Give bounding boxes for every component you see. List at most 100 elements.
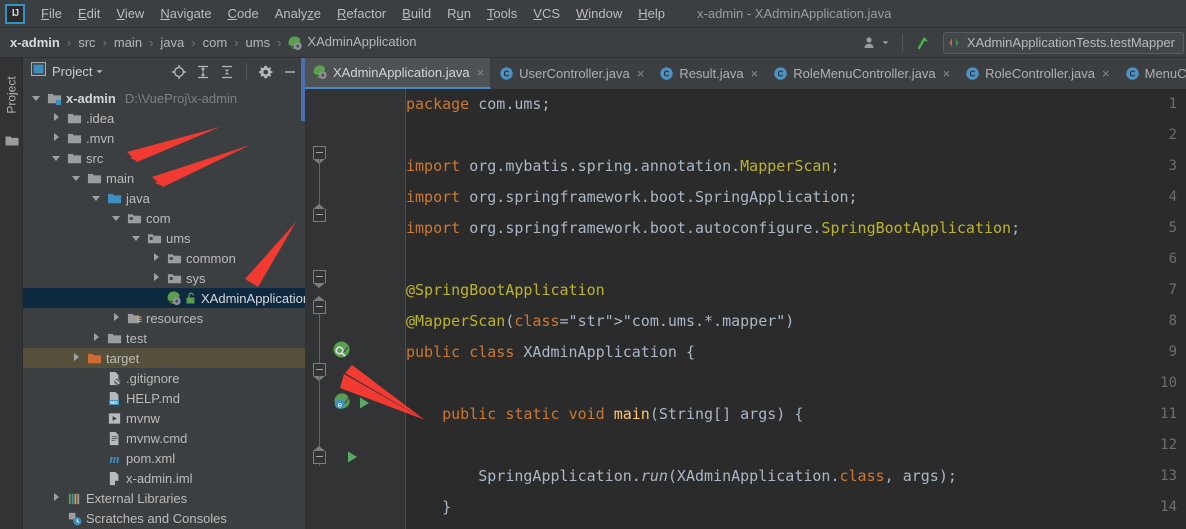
code-line-11[interactable]: public static void main(String[] args) { bbox=[406, 399, 803, 430]
user-dropdown-icon[interactable] bbox=[857, 35, 896, 51]
breadcrumb-item-xadminapplication[interactable]: XAdminApplication bbox=[288, 34, 417, 50]
chevron-right-icon[interactable] bbox=[91, 332, 102, 344]
breadcrumb-item-x-admin[interactable]: x-admin bbox=[10, 35, 60, 50]
code-line-8[interactable]: @MapperScan(class="str">"com.ums.*.mappe… bbox=[406, 306, 794, 337]
tree-node--idea[interactable]: .idea bbox=[23, 108, 305, 128]
code-line-5[interactable]: import org.springframework.boot.autoconf… bbox=[406, 213, 1020, 244]
menu-item-analyze[interactable]: Analyze bbox=[267, 2, 329, 25]
tree-node-pom-xml[interactable]: m pom.xml bbox=[23, 448, 305, 468]
chevron-down-icon[interactable] bbox=[95, 63, 104, 81]
code-line-9[interactable]: public class XAdminApplication { bbox=[406, 337, 695, 368]
tree-node-java[interactable]: java bbox=[23, 188, 305, 208]
breadcrumb-item-ums[interactable]: ums bbox=[246, 35, 271, 50]
folder-icon[interactable] bbox=[5, 134, 19, 152]
menu-item-help[interactable]: Help bbox=[630, 2, 673, 25]
tool-window-button-project[interactable]: Project bbox=[0, 62, 23, 128]
tree-node-sys[interactable]: sys bbox=[23, 268, 305, 288]
chevron-right-icon[interactable] bbox=[51, 492, 62, 504]
breadcrumb-item-main[interactable]: main bbox=[114, 35, 142, 50]
fold-marker-class-start[interactable] bbox=[313, 296, 326, 314]
tree-node-test[interactable]: test bbox=[23, 328, 305, 348]
chevron-down-icon[interactable] bbox=[51, 153, 62, 164]
chevron-down-icon[interactable] bbox=[31, 93, 42, 104]
code-line-13[interactable]: SpringApplication.run(XAdminApplication.… bbox=[406, 461, 957, 492]
tree-node-help-md[interactable]: MD HELP.md bbox=[23, 388, 305, 408]
breadcrumb-item-java[interactable]: java bbox=[160, 35, 184, 50]
close-icon[interactable]: × bbox=[1102, 66, 1110, 81]
tree-node-target[interactable]: target bbox=[23, 348, 305, 368]
chevron-right-icon[interactable] bbox=[111, 312, 122, 324]
tree-node-x-admin[interactable]: x-admin D:\VueProj\x-admin bbox=[23, 88, 305, 108]
tree-node-com[interactable]: com bbox=[23, 208, 305, 228]
fold-marker-method[interactable] bbox=[313, 363, 326, 381]
code-line-3[interactable]: import org.mybatis.spring.annotation.Map… bbox=[406, 151, 840, 182]
menu-item-code[interactable]: Code bbox=[220, 2, 267, 25]
menu-item-vcs[interactable]: VCS bbox=[525, 2, 568, 25]
tree-node-external-libraries[interactable]: External Libraries bbox=[23, 488, 305, 508]
green-arrow-up-icon[interactable] bbox=[909, 34, 939, 52]
expand-all-icon[interactable] bbox=[192, 61, 214, 83]
menu-item-tools[interactable]: Tools bbox=[479, 2, 525, 25]
menu-item-navigate[interactable]: Navigate bbox=[152, 2, 219, 25]
tree-node--mvn[interactable]: .mvn bbox=[23, 128, 305, 148]
menu-item-edit[interactable]: Edit bbox=[70, 2, 108, 25]
editor-tab-rolecontroller-java[interactable]: C RoleController.java × bbox=[957, 58, 1117, 89]
code-line-1[interactable]: package com.ums; bbox=[406, 89, 551, 120]
editor-tab-menuco[interactable]: C MenuCo bbox=[1117, 58, 1186, 89]
tree-node-scratches-and-consoles[interactable]: Scratches and Consoles bbox=[23, 508, 305, 528]
project-tree[interactable]: x-admin D:\VueProj\x-admin .idea .mvn src mai… bbox=[23, 85, 305, 529]
select-opened-file-icon[interactable] bbox=[168, 61, 190, 83]
code-line-7[interactable]: @SpringBootApplication bbox=[406, 275, 605, 306]
close-icon[interactable]: × bbox=[637, 66, 645, 81]
chevron-down-icon[interactable] bbox=[131, 233, 142, 244]
tree-node-main[interactable]: main bbox=[23, 168, 305, 188]
editor-tab-xadminapplication-java[interactable]: XAdminApplication.java × bbox=[305, 58, 492, 89]
spring-boot-gutter-icon[interactable]: e bbox=[333, 393, 351, 411]
tree-node-common[interactable]: common bbox=[23, 248, 305, 268]
menu-item-view[interactable]: View bbox=[108, 2, 152, 25]
code-editor[interactable]: 1234567891011121314151617 package com.um… bbox=[305, 89, 1186, 529]
hide-icon[interactable] bbox=[279, 61, 301, 83]
run-triangle-icon[interactable] bbox=[357, 396, 371, 410]
fold-marker-method-end[interactable] bbox=[313, 446, 326, 464]
code-line-4[interactable]: import org.springframework.boot.SpringAp… bbox=[406, 182, 858, 213]
editor-tab-rolemenucontroller-java[interactable]: C RoleMenuController.java × bbox=[765, 58, 958, 89]
close-icon[interactable]: × bbox=[751, 66, 759, 81]
chevron-down-icon[interactable] bbox=[111, 213, 122, 224]
menu-item-file[interactable]: File bbox=[33, 2, 70, 25]
menu-item-window[interactable]: Window bbox=[568, 2, 630, 25]
chevron-right-icon[interactable] bbox=[51, 112, 62, 124]
tree-node-xadminapplication[interactable]: XAdminApplication bbox=[23, 288, 305, 308]
close-icon[interactable]: × bbox=[477, 65, 485, 80]
run-triangle-icon[interactable] bbox=[345, 450, 359, 464]
spring-bean-icon[interactable] bbox=[333, 341, 350, 358]
chevron-right-icon[interactable] bbox=[151, 252, 162, 264]
tree-node-ums[interactable]: ums bbox=[23, 228, 305, 248]
chevron-right-icon[interactable] bbox=[151, 272, 162, 284]
tree-node-src[interactable]: src bbox=[23, 148, 305, 168]
code-content[interactable]: package com.ums; import org.mybatis.sprin… bbox=[406, 89, 1186, 529]
gear-icon[interactable] bbox=[255, 61, 277, 83]
tree-node--gitignore[interactable]: .gitignore bbox=[23, 368, 305, 388]
chevron-right-icon[interactable] bbox=[71, 352, 82, 364]
menu-item-run[interactable]: Run bbox=[439, 2, 479, 25]
chevron-right-icon[interactable] bbox=[51, 132, 62, 144]
run-configuration-selector[interactable]: XAdminApplicationTests.testMapper bbox=[942, 31, 1184, 54]
chevron-down-icon[interactable] bbox=[91, 193, 102, 204]
menu-item-refactor[interactable]: Refactor bbox=[329, 2, 394, 25]
breadcrumb-item-com[interactable]: com bbox=[203, 35, 228, 50]
tree-node-mvnw-cmd[interactable]: mvnw.cmd bbox=[23, 428, 305, 448]
collapse-all-icon[interactable] bbox=[216, 61, 238, 83]
chevron-down-icon[interactable] bbox=[71, 173, 82, 184]
tree-node-resources[interactable]: resources bbox=[23, 308, 305, 328]
code-folding-column[interactable] bbox=[384, 89, 406, 529]
tree-node-x-admin-iml[interactable]: x-admin.iml bbox=[23, 468, 305, 488]
breadcrumb-item-src[interactable]: src bbox=[78, 35, 95, 50]
editor-tab-usercontroller-java[interactable]: C UserController.java × bbox=[491, 58, 652, 89]
menu-item-build[interactable]: Build bbox=[394, 2, 439, 25]
fold-marker-imports-end[interactable] bbox=[313, 204, 326, 222]
fold-marker-imports[interactable] bbox=[313, 146, 326, 164]
editor-tab-result-java[interactable]: C Result.java × bbox=[651, 58, 766, 89]
tree-node-mvnw[interactable]: mvnw bbox=[23, 408, 305, 428]
code-line-14[interactable]: } bbox=[406, 492, 451, 523]
